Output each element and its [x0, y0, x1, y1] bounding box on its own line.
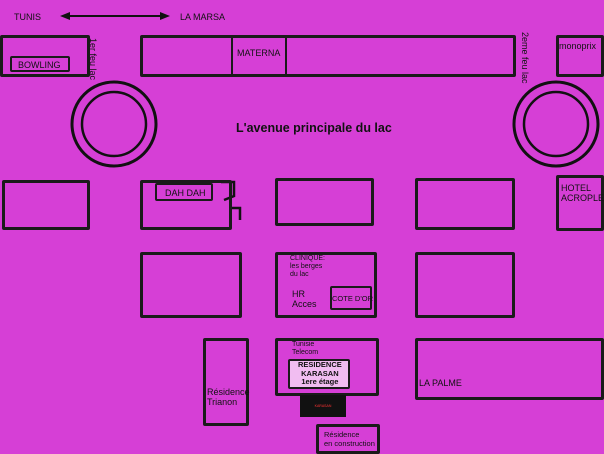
block-trianon — [203, 338, 249, 426]
street-map: TUNIS LA MARSA BOWLING 1er feu lac MATER… — [0, 0, 604, 454]
direction-left-label: TUNIS — [14, 12, 41, 22]
dahdah-label: DAH DAH — [165, 188, 206, 198]
telecom-label: Tunisie Telecom — [292, 341, 319, 356]
karasan-sign-text: KARASAN — [314, 404, 332, 408]
direction-right-label: LA MARSA — [180, 12, 226, 22]
feu2-label: 2eme feu lac — [520, 32, 530, 84]
karasan-sign: KARASAN — [300, 395, 346, 417]
block-mid-4 — [415, 178, 515, 230]
materna-label: MATERNA — [237, 48, 281, 58]
roundabout-left-outer — [70, 80, 158, 168]
arrow-right-head — [160, 12, 170, 20]
hr-label: HR Acces — [292, 289, 317, 309]
cotedor-label: COTE D'OR — [332, 294, 374, 303]
block-mid-3 — [275, 178, 374, 226]
monoprix-label: monoprix — [559, 41, 597, 51]
trianon-label: Résidence Trianon — [207, 387, 250, 407]
roundabout-right-outer — [512, 80, 600, 168]
block-low-1 — [140, 252, 242, 318]
block-materna — [140, 35, 516, 77]
bowling-label: BOWLING — [18, 60, 61, 70]
arrow-left-head — [60, 12, 70, 20]
lapalme-label: LA PALME — [419, 378, 462, 388]
karasan-label: RESIDENCE KARASAN 1ere étage — [298, 360, 342, 386]
block-mid-1 — [2, 180, 90, 230]
avenue-title: L'avenue principale du lac — [236, 121, 392, 135]
construction-label: Résidence en construction — [324, 430, 375, 448]
clinique-label: CLINIQUE: les berges du lac — [290, 255, 326, 278]
block-lapalme — [415, 338, 604, 400]
roundabout-right-inner — [522, 90, 590, 158]
feu1-label: 1er feu lac — [88, 38, 98, 81]
roundabout-left-inner — [80, 90, 148, 158]
hotel-label: HOTEL ACROPLE — [561, 183, 604, 203]
block-low-3 — [415, 252, 515, 318]
